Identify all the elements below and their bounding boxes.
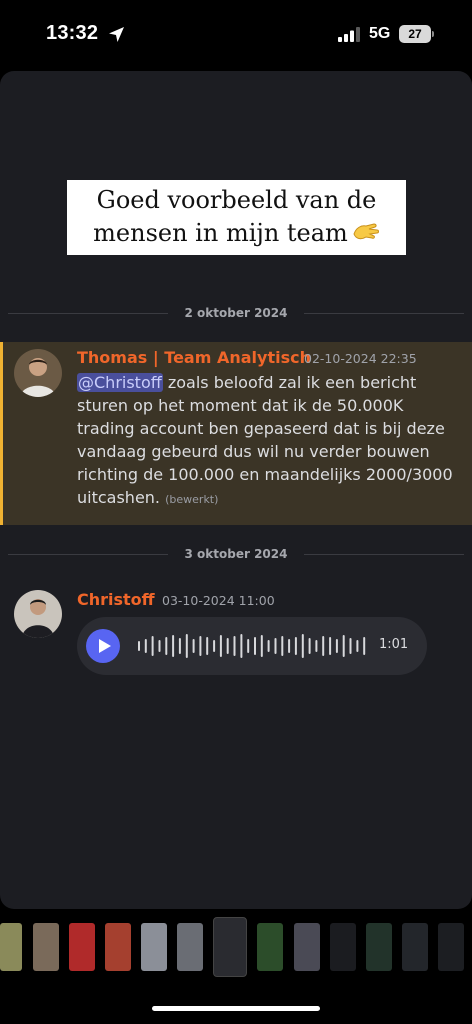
waveform-bar bbox=[281, 636, 284, 656]
story-thumbnail[interactable] bbox=[105, 923, 131, 971]
voice-duration: 1:01 bbox=[379, 637, 409, 652]
message-author[interactable]: Thomas | Team Analytisch bbox=[77, 348, 311, 367]
waveform-bar bbox=[172, 635, 175, 657]
divider-line bbox=[304, 313, 464, 314]
waveform-bar bbox=[274, 638, 277, 654]
waveform-bar bbox=[329, 637, 332, 655]
story-thumbnail[interactable] bbox=[438, 923, 464, 971]
waveform-bar bbox=[219, 635, 222, 657]
waveform-bar bbox=[151, 636, 154, 656]
waveform-bar bbox=[247, 639, 250, 653]
waveform-bar bbox=[206, 637, 209, 655]
waveform-bar bbox=[254, 637, 256, 655]
caption-line-1: Goed voorbeeld van de bbox=[96, 186, 377, 214]
waveform-bar bbox=[199, 636, 202, 656]
waveform-bar bbox=[138, 641, 140, 651]
caption-line-2: mensen in mijn team bbox=[93, 219, 348, 247]
waveform-bar bbox=[158, 640, 161, 652]
waveform-bar bbox=[294, 637, 297, 655]
waveform-bar bbox=[335, 639, 338, 653]
pinching-hand-icon bbox=[353, 223, 379, 240]
network-type: 5G bbox=[369, 25, 391, 42]
message-author[interactable]: Christoff bbox=[77, 590, 155, 609]
date-divider-2: 3 oktober 2024 bbox=[8, 546, 464, 562]
story-thumbnail[interactable] bbox=[294, 923, 320, 971]
story-thumbnail[interactable] bbox=[141, 923, 167, 971]
story-thumbnail[interactable] bbox=[33, 923, 59, 971]
story-thumbnail[interactable] bbox=[366, 923, 392, 971]
cellular-signal-icon bbox=[338, 27, 360, 42]
waveform-bar bbox=[349, 638, 352, 654]
location-arrow-icon bbox=[109, 27, 124, 42]
story-thumbnail-active[interactable] bbox=[213, 917, 247, 977]
story-thumbnail[interactable] bbox=[69, 923, 95, 971]
waveform-bar bbox=[178, 638, 181, 654]
story-thumbnail[interactable] bbox=[402, 923, 428, 971]
story-card[interactable]: Goed voorbeeld van de mensen in mijn tea… bbox=[0, 71, 472, 909]
waveform-bar bbox=[233, 636, 236, 656]
voice-message[interactable]: 1:01 bbox=[77, 617, 427, 675]
waveform-bar bbox=[144, 639, 147, 653]
edited-label: (bewerkt) bbox=[165, 493, 219, 506]
waveform-bar bbox=[322, 636, 325, 656]
waveform-bar bbox=[342, 635, 345, 657]
message-timestamp: 03-10-2024 11:00 bbox=[162, 593, 275, 608]
avatar-thomas[interactable] bbox=[14, 349, 62, 397]
date-divider-1: 2 oktober 2024 bbox=[8, 305, 464, 321]
waveform-bar bbox=[308, 638, 311, 654]
voice-waveform[interactable] bbox=[137, 634, 369, 658]
play-icon[interactable] bbox=[86, 629, 120, 663]
waveform-bar bbox=[288, 639, 291, 653]
status-time: 13:32 bbox=[46, 22, 99, 44]
waveform-bar bbox=[213, 640, 216, 652]
story-thumbnail[interactable] bbox=[257, 923, 283, 971]
waveform-bar bbox=[315, 640, 318, 652]
waveform-bar bbox=[165, 637, 168, 655]
story-thumbnail[interactable] bbox=[177, 923, 203, 971]
battery-cap bbox=[432, 31, 434, 37]
waveform-bar bbox=[363, 637, 366, 655]
waveform-bar bbox=[260, 635, 263, 657]
waveform-bar bbox=[192, 639, 195, 653]
status-bar: 13:32 5G 27 bbox=[0, 0, 472, 70]
caption-box: Goed voorbeeld van de mensen in mijn tea… bbox=[67, 180, 406, 255]
message-text: zoals beloofd zal ik een bericht sturen … bbox=[77, 373, 453, 507]
mention-highlight-bar bbox=[0, 342, 3, 525]
story-thumbnail[interactable] bbox=[330, 923, 356, 971]
caption-line-2-wrap: mensen in mijn team bbox=[67, 217, 406, 250]
avatar-image bbox=[14, 349, 62, 397]
avatar-image bbox=[14, 590, 62, 638]
story-thumbnail[interactable] bbox=[0, 923, 22, 971]
message-body: @Christoff zoals beloofd zal ik een beri… bbox=[77, 371, 457, 511]
waveform-bar bbox=[185, 634, 188, 658]
home-indicator[interactable] bbox=[152, 1006, 320, 1011]
waveform-bar bbox=[226, 638, 229, 654]
story-thumbnail-strip[interactable] bbox=[0, 917, 472, 977]
user-mention[interactable]: @Christoff bbox=[77, 373, 163, 392]
waveform-bar bbox=[356, 640, 359, 652]
message-timestamp: 02-10-2024 22:35 bbox=[304, 351, 417, 366]
divider-line bbox=[304, 554, 464, 555]
waveform-bar bbox=[267, 640, 270, 652]
avatar-christoff[interactable] bbox=[14, 590, 62, 638]
waveform-bar bbox=[301, 634, 304, 658]
waveform-bar bbox=[240, 634, 243, 658]
battery-icon: 27 bbox=[399, 25, 431, 43]
